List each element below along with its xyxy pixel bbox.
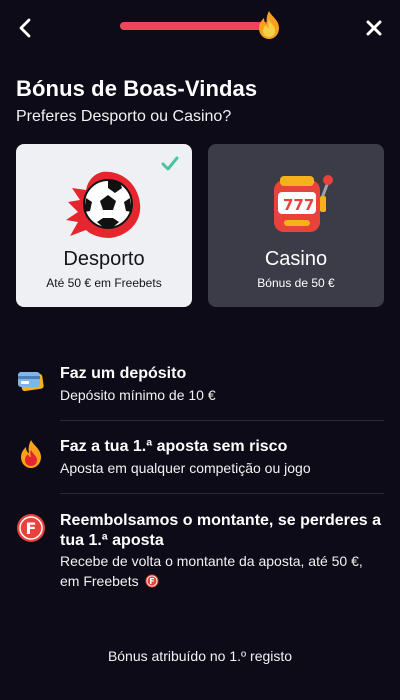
step-deposit-desc: Depósito mínimo de 10 €	[60, 387, 216, 403]
page-title: Bónus de Boas-Vindas	[16, 76, 258, 101]
casino-option-card[interactable]: 777 Casino Bónus de 50 €	[208, 144, 384, 307]
divider	[60, 420, 384, 421]
casino-card-title: Casino	[264, 248, 328, 270]
svg-text:777: 777	[283, 196, 314, 214]
step-risk-free-desc: Aposta em qualquer competição ou jogo	[60, 460, 311, 476]
svg-text:F: F	[26, 519, 37, 538]
step-refund-title-line2: tua 1.ª aposta	[60, 532, 164, 549]
flame-icon	[259, 11, 279, 39]
sport-option-card[interactable]: Desporto Até 50 € em Freebets	[16, 144, 192, 307]
check-icon	[161, 156, 179, 171]
freebet-icon: F	[17, 514, 45, 542]
step-refund-desc-line2: em Freebets F	[60, 571, 159, 591]
step-deposit: Faz um depósito Depósito mínimo de 10 €	[16, 364, 384, 410]
step-refund-desc-line1: Recebe de volta o montante da aposta, at…	[60, 553, 363, 569]
sport-card-subtitle: Até 50 € em Freebets	[46, 276, 162, 290]
fire-icon	[21, 440, 41, 468]
divider	[60, 493, 384, 494]
close-icon	[366, 20, 382, 36]
svg-text:F: F	[150, 577, 155, 586]
card-icon	[18, 372, 44, 392]
slot-machine-icon: 777	[274, 175, 333, 232]
step-refund-title-line1: Reembolsamos o montante, se perderes a	[60, 512, 381, 529]
step-deposit-title: Faz um depósito	[60, 365, 187, 382]
step-refund: F Reembolsamos o montante, se perderes a…	[16, 511, 384, 591]
back-button[interactable]	[14, 16, 38, 40]
casino-card-subtitle: Bónus de 50 €	[257, 276, 335, 290]
step-risk-free-title: Faz a tua 1.ª aposta sem risco	[60, 438, 288, 455]
top-bar	[0, 0, 400, 56]
progress-bar	[120, 11, 279, 39]
step-refund-desc-text: em Freebets	[60, 573, 139, 589]
close-button[interactable]	[362, 16, 386, 40]
soccer-ball-icon	[66, 171, 141, 238]
sport-card-title: Desporto	[63, 248, 145, 270]
bonus-footer-note: Bónus atribuído no 1.º registo	[107, 648, 293, 664]
progress-fill	[120, 22, 272, 30]
chevron-left-icon	[19, 18, 31, 38]
page-subtitle: Preferes Desporto ou Casino?	[16, 108, 232, 125]
freebet-icon: F	[145, 574, 159, 588]
step-risk-free-bet: Faz a tua 1.ª aposta sem risco Aposta em…	[16, 437, 384, 483]
